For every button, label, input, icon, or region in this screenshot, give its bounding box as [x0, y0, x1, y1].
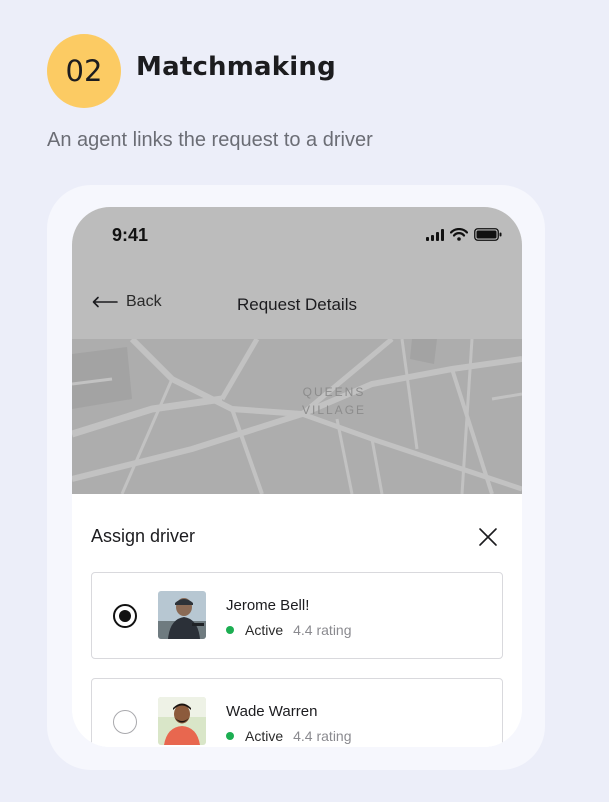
phone-screen: 9:41 Back Request Details QUEENS VILLAGE… [72, 207, 522, 747]
map-roads [72, 339, 522, 494]
battery-icon [474, 228, 502, 241]
driver-status: Active [245, 728, 284, 744]
driver-meta: Active 4.4 rating [226, 728, 352, 744]
driver-radio[interactable] [113, 710, 137, 734]
step-title: Matchmaking [136, 52, 336, 82]
avatar [158, 697, 206, 745]
driver-rating: 4.4 rating [293, 622, 352, 638]
page-title: Request Details [236, 295, 357, 314]
map-label-line1: QUEENS [302, 385, 366, 399]
avatar [158, 591, 206, 639]
driver-name: Wade Warren [226, 703, 318, 720]
assign-driver-sheet: Assign driver Jerome Bell! Active 4.4 ra… [72, 494, 522, 747]
active-status-dot [226, 626, 234, 634]
driver-card[interactable]: Jerome Bell! Active 4.4 rating [91, 572, 503, 659]
driver-rating: 4.4 rating [293, 728, 352, 744]
map-label-line2: VILLAGE [302, 403, 367, 417]
driver-meta: Active 4.4 rating [226, 622, 352, 638]
driver-name: Jerome Bell! [226, 597, 310, 614]
close-icon[interactable] [476, 525, 500, 549]
step-number-badge: 02 [47, 34, 121, 108]
driver-status: Active [245, 622, 284, 638]
map-view[interactable]: QUEENS VILLAGE [72, 339, 522, 494]
driver-card[interactable]: Wade Warren Active 4.4 rating [91, 678, 503, 747]
status-icons [426, 228, 502, 241]
sheet-title: Assign driver [91, 526, 196, 546]
wifi-icon [450, 228, 468, 241]
step-subtitle: An agent links the request to a driver [47, 129, 373, 151]
driver-radio-selected[interactable] [113, 604, 137, 628]
signal-icon [426, 228, 444, 241]
status-bar: 9:41 [72, 207, 522, 271]
map-area-label: QUEENS VILLAGE [302, 383, 366, 419]
active-status-dot [226, 732, 234, 740]
nav-bar: Back Request Details [72, 271, 522, 339]
status-time: 9:41 [112, 225, 149, 245]
